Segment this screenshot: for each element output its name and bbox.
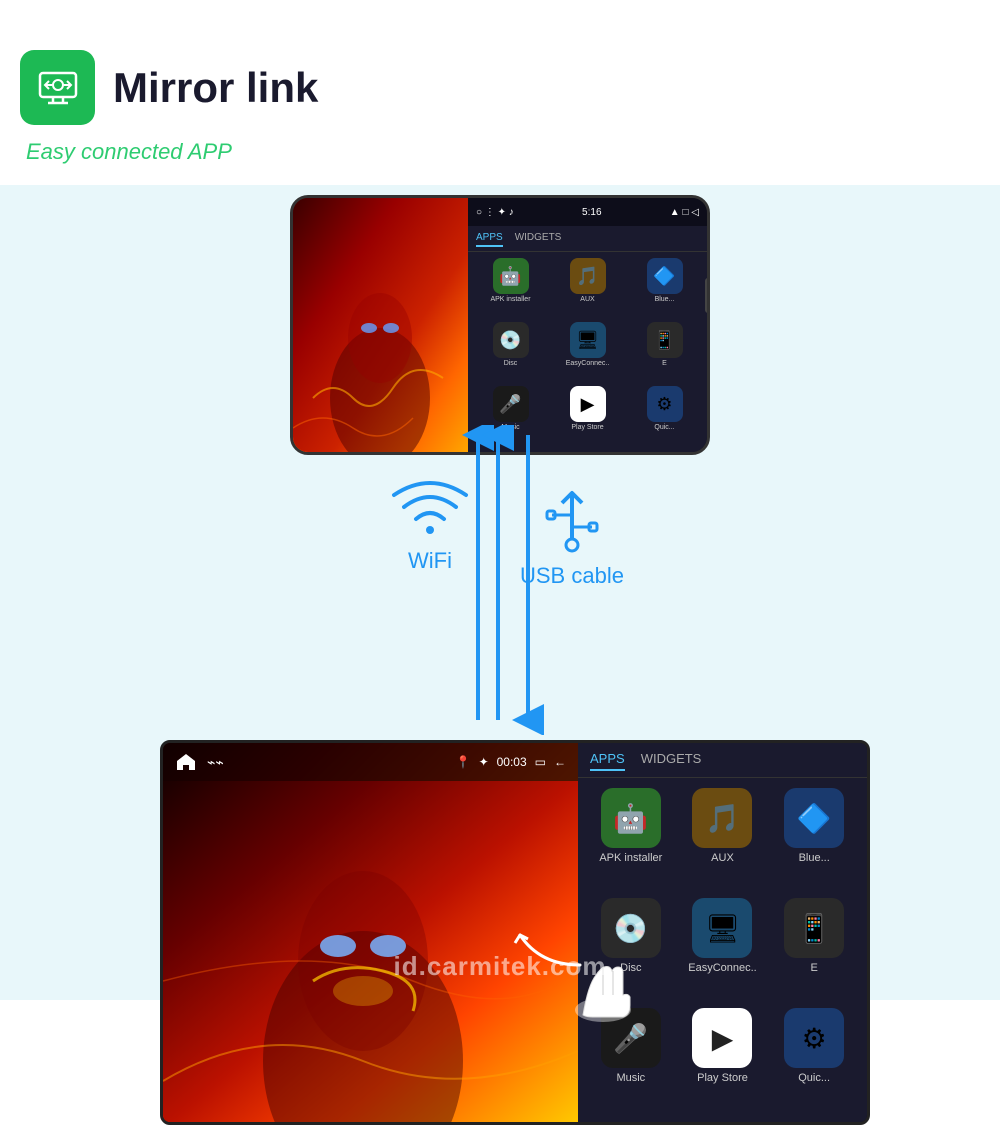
- phone-app-grid: 🤖 APK installer 🎵 AUX 🔷 Blue... 💿 Disc: [468, 252, 707, 452]
- mirror-link-title: Mirror link: [113, 64, 318, 112]
- car-music-label: Music: [616, 1072, 645, 1084]
- aux-label: AUX: [580, 296, 594, 303]
- car-app-aux[interactable]: 🎵 AUX: [680, 788, 766, 892]
- car-window-icon: ▭: [535, 755, 546, 769]
- car-quic-icon: ⚙: [784, 1008, 844, 1068]
- disc-icon: 💿: [493, 322, 529, 358]
- car-play-label: Play Store: [697, 1072, 748, 1084]
- phone-app-e[interactable]: 📱 E: [628, 322, 701, 382]
- car-aux-label: AUX: [711, 852, 734, 864]
- car-tab-apps[interactable]: APPS: [590, 751, 625, 771]
- phone-app-aux[interactable]: 🎵 AUX: [551, 258, 624, 318]
- car-apk-label: APK installer: [599, 852, 662, 864]
- car-status-left-icons: ⌁⌁: [175, 751, 224, 773]
- phone-app-blue[interactable]: 🔷 Blue...: [628, 258, 701, 318]
- phone-tabs: APPS WIDGETS: [468, 226, 707, 252]
- phone-screen: ○ ⋮ ✦ ♪ 5:16 ▲ □ ◁ APPS WIDGETS 🤖 APK in…: [290, 195, 710, 455]
- phone-app-quic[interactable]: ⚙ Quic...: [628, 386, 701, 446]
- phone-device: ○ ⋮ ✦ ♪ 5:16 ▲ □ ◁ APPS WIDGETS 🤖 APK in…: [290, 195, 710, 455]
- home-icon: [175, 751, 197, 773]
- car-blue-icon: 🔷: [784, 788, 844, 848]
- car-app-play[interactable]: ▶ Play Store: [680, 1008, 766, 1112]
- car-quic-label: Quic...: [798, 1072, 830, 1084]
- phone-right-icons: ▲ □ ◁: [670, 207, 699, 218]
- phone-tab-widgets[interactable]: WIDGETS: [515, 232, 562, 247]
- car-status-right-icons: 📍 ✦ 00:03 ▭ ←: [456, 755, 566, 769]
- phone-app-panel: ○ ⋮ ✦ ♪ 5:16 ▲ □ ◁ APPS WIDGETS 🤖 APK in…: [468, 198, 707, 452]
- car-apk-icon: 🤖: [601, 788, 661, 848]
- e-icon: 📱: [647, 322, 683, 358]
- watermark: id.carmitek.com: [394, 951, 607, 982]
- phone-status-bar: ○ ⋮ ✦ ♪ 5:16 ▲ □ ◁: [468, 198, 707, 226]
- phone-app-easy[interactable]: 🖥 EasyConnec..: [551, 322, 624, 382]
- usb-status-icon: ⌁⌁: [207, 754, 224, 771]
- apk-icon: 🤖: [493, 258, 529, 294]
- easy-connected-label: Easy connected APP: [26, 139, 980, 165]
- play-icon: ▶: [570, 386, 606, 422]
- phone-time: 5:16: [582, 207, 601, 218]
- aux-icon: 🎵: [570, 258, 606, 294]
- diagram-area: ○ ⋮ ✦ ♪ 5:16 ▲ □ ◁ APPS WIDGETS 🤖 APK in…: [0, 185, 1000, 1000]
- car-easy-label: EasyConnec..: [688, 962, 756, 974]
- car-tab-widgets[interactable]: WIDGETS: [641, 751, 702, 771]
- car-app-apk[interactable]: 🤖 APK installer: [588, 788, 674, 892]
- music-icon: 🎤: [493, 386, 529, 422]
- car-app-e[interactable]: 📱 E: [771, 898, 857, 1002]
- car-play-icon: ▶: [692, 1008, 752, 1068]
- car-aux-icon: 🎵: [692, 788, 752, 848]
- car-e-label: E: [810, 962, 817, 974]
- car-bluetooth-icon: ✦: [479, 755, 489, 769]
- connection-arrows: [400, 425, 600, 735]
- apk-label: APK installer: [490, 296, 530, 303]
- car-app-easy[interactable]: 🖥 EasyConnec..: [680, 898, 766, 1002]
- phone-tab-apps[interactable]: APPS: [476, 232, 503, 247]
- car-easy-icon: 🖥: [692, 898, 752, 958]
- car-app-quic[interactable]: ⚙ Quic...: [771, 1008, 857, 1112]
- car-e-icon: 📱: [784, 898, 844, 958]
- blue-icon: 🔷: [647, 258, 683, 294]
- phone-left-image: [293, 198, 468, 452]
- car-blue-label: Blue...: [799, 852, 830, 864]
- car-status-bar: ⌁⌁ 📍 ✦ 00:03 ▭ ←: [163, 743, 578, 781]
- blue-label: Blue...: [655, 296, 675, 303]
- easy-icon: 🖥: [570, 322, 606, 358]
- e-label: E: [662, 360, 667, 367]
- car-app-blue[interactable]: 🔷 Blue...: [771, 788, 857, 892]
- quic-icon: ⚙: [647, 386, 683, 422]
- quic-label: Quic...: [654, 424, 674, 431]
- phone-app-apk[interactable]: 🤖 APK installer: [474, 258, 547, 318]
- phone-app-disc[interactable]: 💿 Disc: [474, 322, 547, 382]
- phone-status-icons: ○ ⋮ ✦ ♪: [476, 207, 514, 218]
- car-time: 00:03: [497, 755, 527, 769]
- phone-power-button: [705, 278, 710, 313]
- car-tabs: APPS WIDGETS: [578, 743, 867, 778]
- mirror-link-icon: [20, 50, 95, 125]
- mirror-link-row: Mirror link: [20, 50, 980, 125]
- header-section: Mirror link Easy connected APP: [0, 0, 1000, 185]
- easy-label: EasyConnec..: [566, 360, 610, 367]
- car-app-panel: APPS WIDGETS 🤖 APK installer 🎵 AUX 🔷 Blu…: [578, 743, 867, 1122]
- car-location-icon: 📍: [456, 755, 471, 769]
- disc-label: Disc: [504, 360, 518, 367]
- car-back-icon: ←: [554, 755, 566, 769]
